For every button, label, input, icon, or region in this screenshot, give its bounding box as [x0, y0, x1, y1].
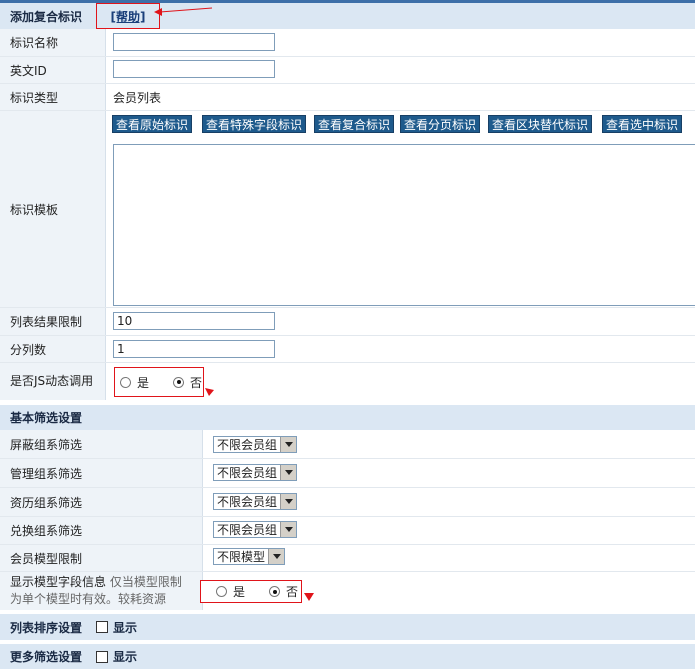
admin-group-filter-label: 管理组系筛选: [0, 459, 203, 487]
more-filter-show-label: 显示: [113, 650, 138, 664]
js-call-label: 是否JS动态调用: [0, 363, 106, 400]
show-model-fields-title: 显示模型字段信息: [10, 575, 107, 589]
model-limit-select[interactable]: 不限模型: [213, 548, 285, 565]
show-model-fields-options: 是 否: [200, 580, 302, 603]
basic-filter-title: 基本筛选设置: [10, 411, 83, 425]
js-no-label: 否: [190, 375, 203, 390]
help-link[interactable]: [帮助]: [111, 8, 146, 25]
result-limit-label: 列表结果限制: [0, 308, 106, 335]
list-order-title: 列表排序设置: [10, 620, 83, 635]
show-model-fields-hint: 仅当模型限制: [109, 575, 182, 589]
admin-group-filter-select[interactable]: 不限会员组: [213, 464, 297, 481]
js-yes-radio[interactable]: [120, 376, 131, 388]
row-js-call: 是否JS动态调用: [0, 363, 695, 400]
chevron-down-icon: [280, 465, 296, 480]
pointer-arrow-icon: [304, 593, 314, 601]
template-textarea[interactable]: [113, 144, 695, 306]
show-fields-no-label: 否: [286, 585, 299, 599]
tag-name-input[interactable]: [113, 33, 275, 51]
more-filter-title: 更多筛选设置: [10, 650, 83, 664]
row-seniority-group-filter: 资历组系筛选 不限会员组: [0, 488, 695, 516]
pointer-arrow-icon: [154, 7, 213, 16]
en-id-input[interactable]: [113, 60, 275, 78]
seniority-group-filter-select[interactable]: 不限会员组: [213, 493, 297, 510]
list-order-show-checkbox[interactable]: [96, 621, 109, 633]
en-id-label: 英文ID: [0, 57, 106, 83]
list-order-show-label: 显示: [113, 620, 138, 635]
view-block-replace-tag-button[interactable]: 查看区块替代标识: [488, 115, 593, 133]
seniority-group-filter-label: 资历组系筛选: [0, 488, 203, 516]
chevron-down-icon: [280, 522, 296, 537]
show-fields-yes-label: 是: [233, 585, 246, 599]
chevron-down-icon: [280, 437, 296, 452]
row-tag-type: 标识类型 会员列表: [0, 84, 695, 110]
tag-name-label: 标识名称: [0, 29, 106, 56]
more-filter-show-checkbox[interactable]: [96, 650, 109, 663]
row-tag-name: 标识名称: [0, 29, 695, 56]
row-tag-template: 标识模板 查看原始标识 查看特殊字段标识 查看复合标识 查看分页标识 查看区块替…: [0, 111, 695, 307]
page-title: 添加复合标识: [10, 9, 83, 24]
js-call-options: 是 否: [114, 367, 204, 397]
show-fields-no-radio[interactable]: [269, 586, 281, 597]
view-selected-tag-button[interactable]: 查看选中标识: [602, 115, 683, 133]
row-admin-group-filter: 管理组系筛选 不限会员组: [0, 459, 695, 487]
row-show-model-fields: 显示模型字段信息 仅当模型限制 为单个模型时有效。较耗资源: [0, 572, 695, 610]
exchange-group-filter-select[interactable]: 不限会员组: [213, 521, 297, 538]
model-limit-label: 会员模型限制: [0, 545, 203, 571]
block-group-filter-label: 屏蔽组系筛选: [0, 430, 203, 458]
section-more-filter: 更多筛选设置 显示: [0, 644, 695, 669]
show-fields-yes-radio[interactable]: [216, 586, 227, 597]
chevron-down-icon: [268, 549, 284, 564]
exchange-group-filter-label: 兑换组系筛选: [0, 517, 203, 544]
result-limit-input[interactable]: [113, 312, 275, 330]
block-group-filter-select[interactable]: 不限会员组: [213, 436, 297, 453]
row-en-id: 英文ID: [0, 57, 695, 83]
js-no-radio[interactable]: [173, 376, 185, 388]
js-yes-label: 是: [137, 375, 150, 390]
show-model-fields-hint-2: 为单个模型时有效。较耗资源: [10, 592, 167, 606]
tag-type-value: 会员列表: [113, 91, 162, 105]
view-special-field-tag-button[interactable]: 查看特殊字段标识: [202, 115, 307, 133]
columns-input[interactable]: [113, 340, 275, 358]
view-paging-tag-button[interactable]: 查看分页标识: [400, 115, 481, 133]
row-result-limit: 列表结果限制: [0, 308, 695, 335]
row-columns: 分列数: [0, 336, 695, 362]
show-model-fields-label: 显示模型字段信息 仅当模型限制 为单个模型时有效。较耗资源: [0, 572, 203, 610]
row-model-limit: 会员模型限制 不限模型: [0, 545, 695, 571]
tag-template-label: 标识模板: [0, 111, 106, 307]
tag-type-label: 标识类型: [0, 84, 106, 110]
row-block-group-filter: 屏蔽组系筛选 不限会员组: [0, 430, 695, 458]
pointer-arrow-icon: [205, 388, 214, 396]
view-original-tag-button[interactable]: 查看原始标识: [112, 115, 193, 133]
columns-label: 分列数: [0, 336, 106, 362]
row-exchange-group-filter: 兑换组系筛选 不限会员组: [0, 517, 695, 544]
section-list-order: 列表排序设置 显示: [0, 614, 695, 640]
chevron-down-icon: [280, 494, 296, 509]
section-basic-filter: 基本筛选设置: [0, 405, 695, 430]
view-compound-tag-button[interactable]: 查看复合标识: [314, 115, 395, 133]
